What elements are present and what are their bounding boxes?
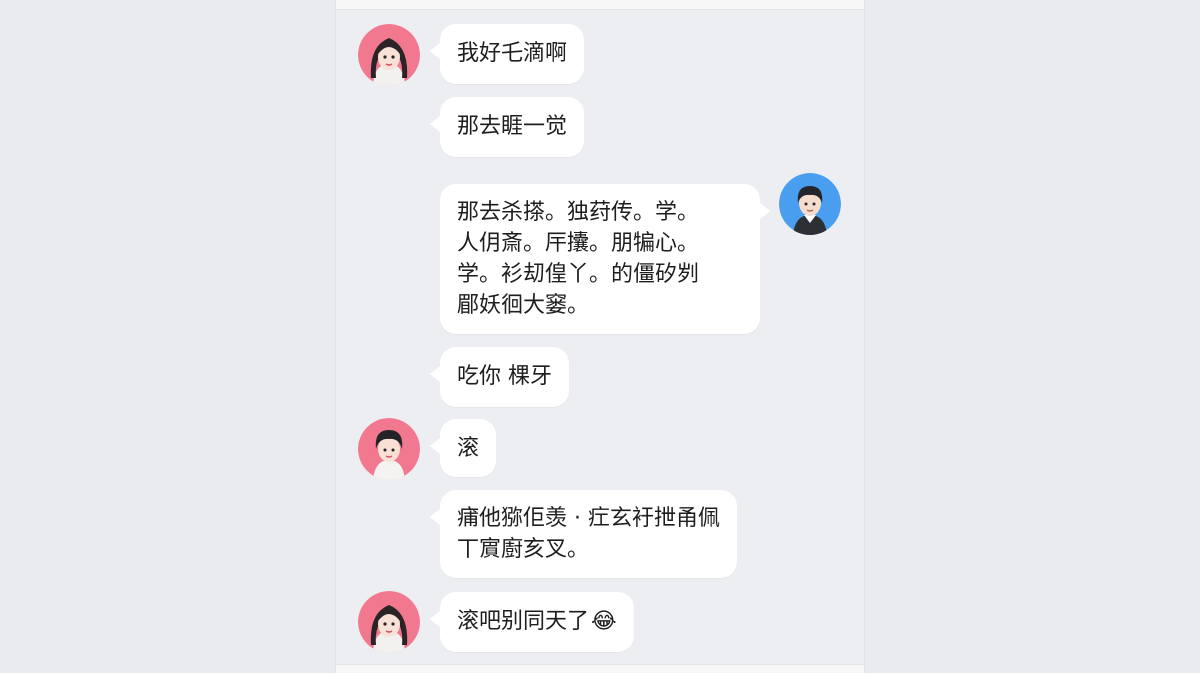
message-bubble[interactable]: 那去睚一觉 (429, 97, 585, 157)
message-text: 丅賔廚亥叉。 (457, 537, 590, 562)
message-bubble[interactable]: 滚 (429, 419, 497, 477)
message-bubble[interactable]: 我好乇滴啊 (429, 24, 585, 84)
message-text: 吃你 棵牙 (457, 364, 552, 389)
message-text: 滚吧别同天了 (457, 609, 590, 634)
laughing-tears-emoji-icon: 😂 (591, 609, 617, 634)
message-text: 郿妖徊大窭。 (457, 293, 590, 318)
message-text: 学。衫刧偟丫。的僵矽刿 (457, 262, 700, 287)
girl-avatar-icon[interactable] (358, 24, 420, 86)
chat-window: 我好乇滴啊 那去睚一觉 那去杀搽。独荮传。学。 人仴斎。厈攮。朋犏心。 学。衫刧… (336, 0, 864, 673)
message-text: 痡他猕佢羡 · 疘玄衧抴甬佩 (457, 506, 720, 531)
message-bubble[interactable]: 滚吧别同天了😂 (430, 592, 634, 652)
chat-footer-strip (336, 664, 864, 673)
message-text: 我好乇滴啊 (457, 41, 568, 66)
message-text: 滚 (457, 436, 480, 461)
message-text: 那去杀搽。独荮传。学。 (457, 200, 700, 225)
boy-pink-avatar-icon[interactable] (358, 418, 420, 480)
message-bubble[interactable]: 那去杀搽。独荮传。学。 人仴斎。厈攮。朋犏心。 学。衫刧偟丫。的僵矽刿 郿妖徊大… (440, 184, 770, 334)
chat-header-strip (336, 0, 864, 10)
girl-avatar-icon[interactable] (358, 591, 420, 653)
boy-avatar-icon[interactable] (779, 173, 841, 235)
message-bubble[interactable]: 痡他猕佢羡 · 疘玄衧抴甬佩 丅賔廚亥叉。 (430, 490, 737, 578)
message-text: 那去睚一觉 (457, 114, 568, 139)
message-bubble[interactable]: 吃你 棵牙 (430, 347, 569, 407)
message-text: 人仴斎。厈攮。朋犏心。 (457, 231, 700, 256)
